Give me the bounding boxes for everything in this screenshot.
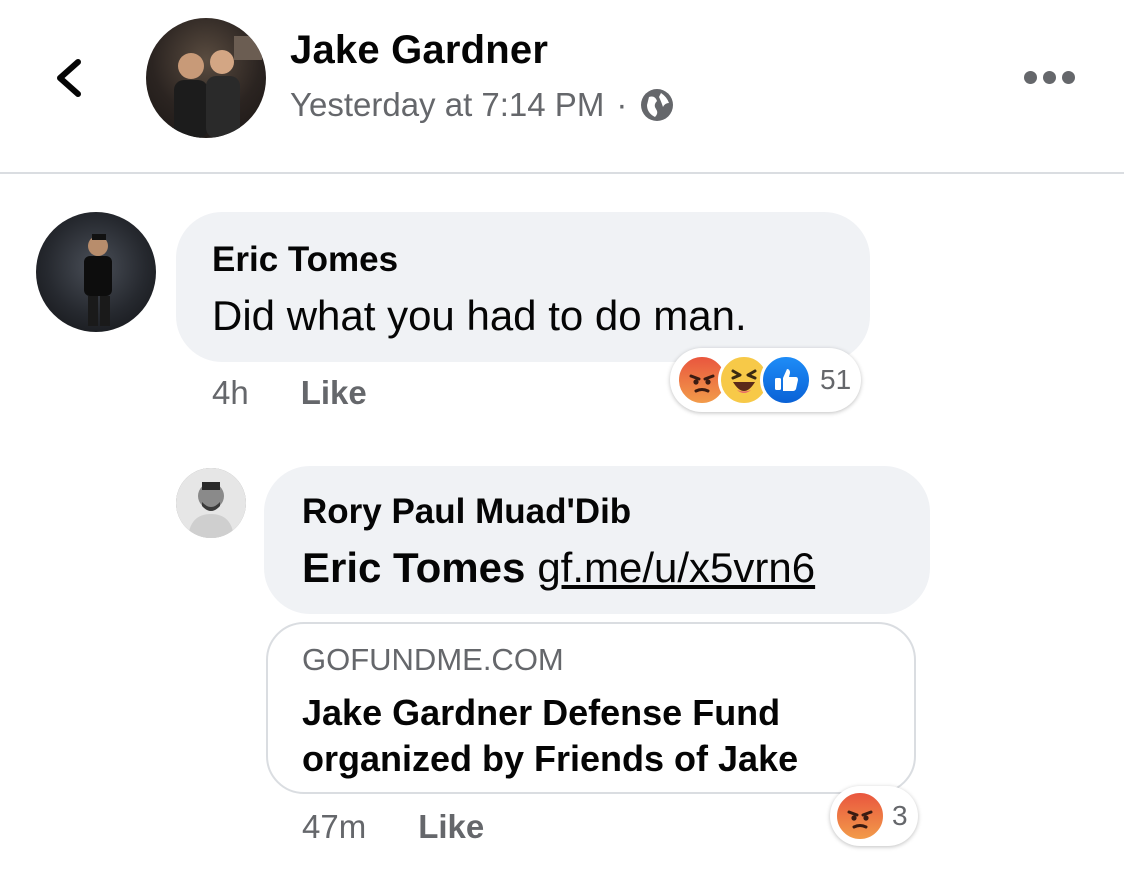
reply-like-button[interactable]: Like bbox=[418, 808, 484, 846]
header-divider bbox=[0, 172, 1124, 174]
post-header: Jake Gardner Yesterday at 7:14 PM · bbox=[0, 0, 1124, 172]
avatar-photo bbox=[176, 468, 246, 538]
comment-thread-screen: Jake Gardner Yesterday at 7:14 PM · Eric… bbox=[0, 0, 1124, 890]
reply-commenter-name[interactable]: Rory Paul Muad'Dib bbox=[302, 492, 631, 532]
avatar-photo bbox=[84, 234, 112, 326]
reply-reaction-summary[interactable]: 3 bbox=[830, 786, 918, 846]
reaction-summary[interactable]: 51 bbox=[670, 348, 862, 412]
angry-reaction-icon bbox=[834, 790, 886, 842]
reply-text: Eric Tomes gf.me/u/x5vrn6 bbox=[302, 544, 815, 592]
avatar-photo bbox=[174, 36, 262, 138]
post-author-name[interactable]: Jake Gardner bbox=[290, 28, 548, 73]
reaction-count: 3 bbox=[892, 800, 908, 831]
more-dot-icon bbox=[1062, 70, 1075, 84]
author-avatar[interactable] bbox=[146, 18, 266, 138]
post-timestamp[interactable]: Yesterday at 7:14 PM bbox=[290, 86, 604, 124]
comment-time[interactable]: 4h bbox=[212, 374, 249, 412]
reply-link[interactable]: gf.me/u/x5vrn6 bbox=[537, 544, 815, 591]
more-dot-icon bbox=[1043, 70, 1056, 84]
comment-text: Did what you had to do man. bbox=[212, 292, 747, 339]
reaction-count: 51 bbox=[820, 364, 852, 395]
link-preview-domain: GOFUNDME.COM bbox=[302, 642, 564, 677]
like-button[interactable]: Like bbox=[301, 374, 367, 412]
link-preview-title: Jake Gardner Defense Fund organized by F… bbox=[302, 692, 799, 779]
post-meta: Yesterday at 7:14 PM · bbox=[290, 86, 675, 124]
meta-separator: · bbox=[616, 86, 628, 123]
commenter-name[interactable]: Eric Tomes bbox=[212, 240, 398, 280]
chevron-left-icon bbox=[57, 59, 81, 97]
reply-time[interactable]: 47m bbox=[302, 808, 366, 846]
like-reaction-icon bbox=[760, 354, 812, 406]
back-button[interactable] bbox=[44, 50, 100, 106]
globe-icon bbox=[641, 89, 674, 121]
reply-meta: 47m Like bbox=[302, 808, 484, 846]
mention-tag[interactable]: Eric Tomes bbox=[302, 544, 525, 591]
reply-avatar[interactable] bbox=[176, 468, 246, 538]
comment-meta: 4h Like bbox=[212, 374, 367, 412]
commenter-avatar[interactable] bbox=[36, 212, 156, 332]
more-options-button[interactable] bbox=[1024, 62, 1084, 92]
more-dot-icon bbox=[1024, 70, 1037, 84]
